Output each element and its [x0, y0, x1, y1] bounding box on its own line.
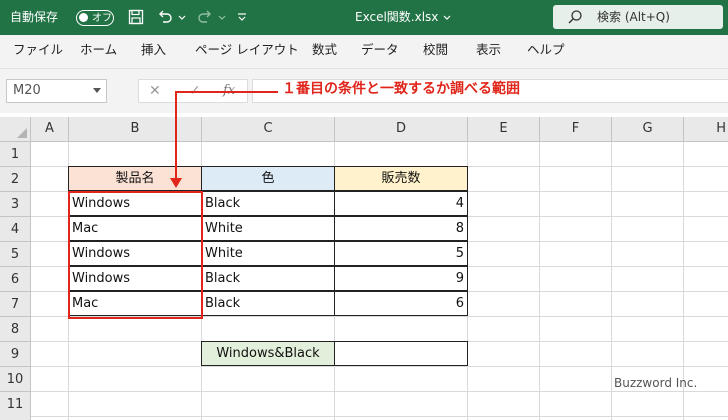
cell-sales[interactable]: 5 [334, 241, 468, 266]
cell-color[interactable]: Black [201, 191, 335, 216]
row-header-6[interactable]: 6 [0, 267, 31, 292]
row-header-4[interactable]: 4 [0, 217, 31, 242]
name-box[interactable]: M20 [6, 79, 107, 103]
tab-insert[interactable]: 挿入 [141, 35, 166, 69]
tab-data[interactable]: データ [361, 35, 399, 69]
column-headers: A B C D E F G H [0, 117, 728, 142]
tab-view[interactable]: 表示 [476, 35, 501, 69]
insert-function-icon[interactable]: fx [223, 80, 235, 102]
autosave-state: オフ [92, 13, 112, 24]
tab-help[interactable]: ヘルプ [527, 35, 565, 69]
select-all-icon [17, 128, 27, 138]
cell-sales[interactable]: 8 [334, 216, 468, 241]
document-title[interactable]: Excel関数.xlsx [355, 0, 438, 35]
row-header-5[interactable]: 5 [0, 242, 31, 267]
column-header-c[interactable]: C [202, 117, 335, 141]
column-header-d[interactable]: D [335, 117, 468, 141]
cell-sales[interactable]: 6 [334, 291, 468, 316]
header-cell-sales[interactable]: 販売数 [334, 166, 468, 191]
tab-page-layout[interactable]: ページ レイアウト [195, 35, 299, 69]
autosave-label: 自動保存 [10, 10, 59, 24]
enter-icon[interactable]: ✓ [189, 80, 201, 102]
row-header-10[interactable]: 10 [0, 367, 31, 392]
column-header-a[interactable]: A [31, 117, 69, 141]
gridline [31, 391, 728, 392]
ribbon-tabs: ファイル ホーム 挿入 ページ レイアウト 数式 データ 校閲 表示 ヘルプ [0, 35, 728, 69]
cell-color[interactable]: Black [201, 291, 335, 316]
cell-color[interactable]: Black [201, 266, 335, 291]
title-dropdown-icon[interactable] [442, 8, 452, 26]
gridline [31, 416, 728, 417]
gridline [539, 142, 540, 420]
annotation-text: １番目の条件と一致するか調べる範囲 [282, 81, 520, 97]
cell-sales[interactable]: 4 [334, 191, 468, 216]
redo-icon[interactable] [196, 8, 214, 26]
save-icon[interactable] [127, 8, 145, 26]
name-box-value: M20 [13, 83, 41, 98]
formula-buttons: ✕ ✓ fx [138, 79, 248, 103]
row-header-11[interactable]: 11 [0, 392, 31, 420]
autosave-toggle[interactable]: オフ [76, 10, 114, 26]
row-header-9[interactable]: 9 [0, 342, 31, 367]
select-all-corner[interactable] [0, 117, 31, 141]
column-header-f[interactable]: F [540, 117, 612, 141]
undo-dropdown-icon[interactable] [177, 8, 187, 26]
search-box[interactable]: 検索 (Alt+Q) [553, 5, 723, 29]
header-cell-product[interactable]: 製品名 [68, 166, 202, 191]
gridline [31, 366, 728, 367]
row-header-3[interactable]: 3 [0, 192, 31, 217]
toggle-knob [79, 13, 88, 22]
undo-icon[interactable] [156, 8, 174, 26]
tab-formulas[interactable]: 数式 [312, 35, 337, 69]
column-header-e[interactable]: E [468, 117, 540, 141]
tab-file[interactable]: ファイル [13, 35, 63, 69]
column-header-g[interactable]: G [612, 117, 684, 141]
search-icon [568, 10, 582, 24]
row-header-8[interactable]: 8 [0, 317, 31, 342]
search-placeholder: 検索 (Alt+Q) [597, 10, 670, 24]
result-cell[interactable] [334, 341, 468, 366]
row-header-7[interactable]: 7 [0, 292, 31, 317]
row-header-1[interactable]: 1 [0, 142, 31, 167]
gridline [611, 142, 612, 420]
cell-sales[interactable]: 9 [334, 266, 468, 291]
column-header-b[interactable]: B [69, 117, 202, 141]
row-header-2[interactable]: 2 [0, 167, 31, 192]
column-header-h[interactable]: H [684, 117, 728, 141]
customize-icon[interactable] [236, 8, 248, 26]
cell-color[interactable]: White [201, 241, 335, 266]
chevron-down-icon[interactable] [93, 88, 101, 93]
criteria-cell[interactable]: Windows&Black [201, 341, 335, 366]
watermark: Buzzword Inc. [614, 376, 698, 390]
redo-dropdown-icon[interactable] [217, 8, 227, 26]
criteria-range-highlight [68, 191, 203, 319]
title-bar: 自動保存 オフ Excel関数.xlsx 検索 (Alt+Q) [0, 0, 728, 35]
cancel-icon[interactable]: ✕ [149, 80, 161, 102]
header-cell-color[interactable]: 色 [201, 166, 335, 191]
tab-home[interactable]: ホーム [80, 35, 117, 69]
cell-color[interactable]: White [201, 216, 335, 241]
tab-review[interactable]: 校閲 [423, 35, 448, 69]
